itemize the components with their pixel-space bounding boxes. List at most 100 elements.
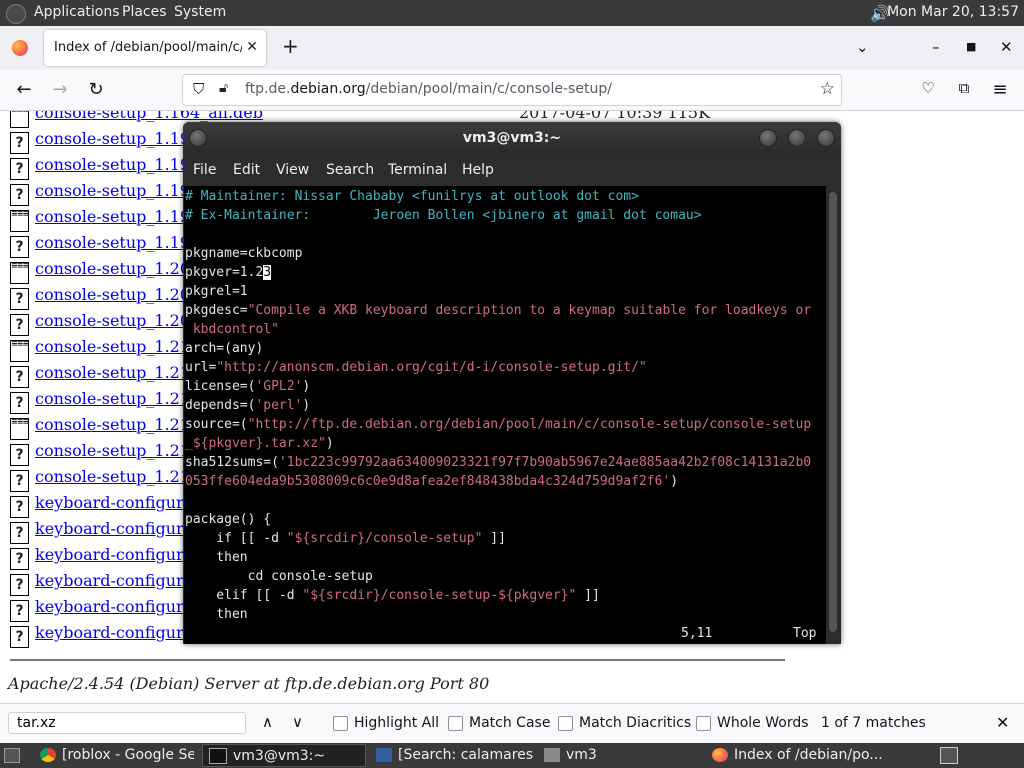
unknown-file-icon: ? xyxy=(10,158,29,180)
file-link[interactable]: console-setup_1.193 xyxy=(35,181,200,200)
file-link[interactable]: console-setup_1.205 xyxy=(35,259,200,278)
minimize-window-button[interactable]: – xyxy=(932,38,940,56)
menu-help[interactable]: Help xyxy=(462,162,494,178)
menu-file[interactable]: File xyxy=(193,162,216,178)
insecure-lock-icon[interactable]: 🔓︎ xyxy=(219,80,228,96)
new-tab-button[interactable]: + xyxy=(282,34,299,58)
app-menu-icon[interactable]: ≡ xyxy=(988,79,1012,100)
terminal-text: then xyxy=(185,550,248,565)
terminal-text: then xyxy=(185,607,248,622)
reload-button[interactable]: ↻ xyxy=(84,79,108,100)
file-link[interactable]: console-setup_1.217 xyxy=(35,389,200,408)
whole-words-checkbox[interactable] xyxy=(696,716,711,731)
file-link[interactable]: console-setup_1.193 xyxy=(35,233,200,252)
extensions-icon[interactable]: ⧉ xyxy=(952,79,976,97)
file-link[interactable]: console-setup_1.217 xyxy=(35,337,200,356)
gnome-foot-icon[interactable] xyxy=(6,4,26,24)
firefox-view-icon[interactable] xyxy=(12,40,28,56)
taskbar-item-search[interactable]: [Search: calamares ... xyxy=(370,744,534,767)
taskbar-item-folder[interactable]: vm3 xyxy=(538,744,702,767)
taskbar-item-chrome[interactable]: [roblox - Google Se... xyxy=(34,744,194,767)
tracking-shield-icon[interactable]: ⛉ xyxy=(193,80,204,98)
system-menu[interactable]: System xyxy=(174,4,226,20)
terminal-text: ) xyxy=(325,436,334,451)
file-link[interactable]: console-setup_1.164_all.deb xyxy=(35,111,263,122)
match-diacritics-checkbox[interactable] xyxy=(558,716,573,731)
file-link[interactable]: console-setup_1.218 xyxy=(35,467,200,486)
terminal-text: ]] xyxy=(482,531,506,546)
find-bar: ∧ ∨ Highlight All Match Case Match Diacr… xyxy=(0,703,1024,744)
terminal-line: pkgdesc="Compile a XKB keyboard descript… xyxy=(185,301,811,320)
terminal-scrollbar[interactable] xyxy=(826,186,841,644)
file-link[interactable]: keyboard-configura xyxy=(35,597,193,616)
match-case-label[interactable]: Match Case xyxy=(469,715,550,731)
file-link[interactable]: console-setup_1.217 xyxy=(35,363,200,382)
file-link[interactable]: keyboard-configura xyxy=(35,623,193,642)
file-link[interactable]: console-setup_1.205 xyxy=(35,285,200,304)
scrollbar-thumb[interactable] xyxy=(829,192,837,632)
forward-button[interactable]: → xyxy=(48,79,72,100)
match-diacritics-label[interactable]: Match Diacritics xyxy=(579,715,691,731)
terminal-maximize-button[interactable] xyxy=(788,129,806,147)
terminal-line: elif [[ -d "${srcdir}/console-setup-${pk… xyxy=(185,586,600,605)
maximize-window-button[interactable]: ■ xyxy=(966,40,976,53)
list-all-tabs-icon[interactable]: ⌄ xyxy=(856,38,869,56)
terminal-close-button[interactable] xyxy=(817,129,835,147)
terminal-line: arch=(any) xyxy=(185,339,263,358)
terminal-text: 'GPL2' xyxy=(255,379,303,394)
terminal-text: license=( xyxy=(185,379,256,394)
terminal-window[interactable]: vm3@vm3:~ File Edit View Search Terminal… xyxy=(183,122,841,644)
applications-menu[interactable]: Applications xyxy=(34,4,120,20)
terminal-text: source=( xyxy=(185,417,248,432)
browser-tab-active[interactable]: Index of /debian/pool/main/c/ ✕ xyxy=(44,30,266,66)
taskbar-item-firefox[interactable]: Index of /debian/po... xyxy=(706,744,906,767)
find-previous-icon[interactable]: ∧ xyxy=(262,713,273,731)
url-text[interactable]: ftp.de.debian.org/debian/pool/main/c/con… xyxy=(245,81,612,97)
terminal-screen[interactable]: # Maintainer: Nissar Chababy <funilrys a… xyxy=(184,186,826,644)
bookmark-star-icon[interactable]: ☆ xyxy=(820,79,835,99)
file-link[interactable]: console-setup_1.193 xyxy=(35,207,200,226)
file-link[interactable]: keyboard-configura xyxy=(35,571,193,590)
menu-edit[interactable]: Edit xyxy=(233,162,260,178)
terminal-title-bar[interactable]: vm3@vm3:~ xyxy=(183,122,841,154)
chrome-icon xyxy=(40,748,56,762)
file-link[interactable]: keyboard-configura xyxy=(35,493,193,512)
file-link[interactable]: console-setup_1.218 xyxy=(35,415,200,434)
places-menu[interactable]: Places xyxy=(122,4,167,20)
find-next-icon[interactable]: ∨ xyxy=(292,713,303,731)
tab-close-icon[interactable]: ✕ xyxy=(246,39,258,55)
whole-words-label[interactable]: Whole Words xyxy=(717,715,809,731)
terminal-line: # Ex-Maintainer: Jeroen Bollen <jbinero … xyxy=(185,206,702,225)
file-link[interactable]: keyboard-configura xyxy=(35,545,193,564)
file-link[interactable]: console-setup_1.191 xyxy=(35,155,200,174)
terminal-minimize-button[interactable] xyxy=(759,129,777,147)
text-cursor: 3 xyxy=(263,265,272,280)
workspace-switcher-icon[interactable] xyxy=(940,747,958,764)
menu-view[interactable]: View xyxy=(276,162,309,178)
find-input[interactable] xyxy=(8,712,246,734)
file-link[interactable]: keyboard-configura xyxy=(35,519,193,538)
terminal-line: pkgrel=1 xyxy=(185,282,248,301)
show-desktop-icon[interactable] xyxy=(4,748,20,763)
highlight-all-label[interactable]: Highlight All xyxy=(354,715,439,731)
pocket-icon[interactable]: ♡ xyxy=(916,79,940,97)
file-link[interactable]: console-setup_1.218 xyxy=(35,441,200,460)
file-link[interactable]: console-setup_1.191 xyxy=(35,129,200,148)
terminal-text: ]] xyxy=(576,588,600,603)
file-link[interactable]: console-setup_1.205 xyxy=(35,311,200,330)
menu-search[interactable]: Search xyxy=(326,162,374,178)
taskbar-item-terminal[interactable]: vm3@vm3:~ xyxy=(202,744,366,767)
terminal-text: '1bc223c99792aa634009023321f97f7b90ab596… xyxy=(278,455,812,470)
menu-terminal[interactable]: Terminal xyxy=(388,162,447,178)
close-findbar-icon[interactable]: ✕ xyxy=(996,713,1009,732)
match-case-checkbox[interactable] xyxy=(448,716,463,731)
clock[interactable]: Mon Mar 20, 13:57 xyxy=(887,4,1019,20)
document-icon: ≡≡≡ xyxy=(10,418,29,440)
url-bar[interactable]: ⛉ 🔓︎ ftp.de.debian.org/debian/pool/main/… xyxy=(182,74,842,106)
highlight-all-checkbox[interactable] xyxy=(333,716,348,731)
terminal-line: # Maintainer: Nissar Chababy <funilrys a… xyxy=(185,187,639,206)
terminal-text: "Compile a XKB keyboard description to a… xyxy=(247,303,812,318)
unknown-file-icon: ? xyxy=(10,288,29,310)
close-window-button[interactable]: ✕ xyxy=(1000,38,1013,56)
back-button[interactable]: ← xyxy=(12,79,36,100)
